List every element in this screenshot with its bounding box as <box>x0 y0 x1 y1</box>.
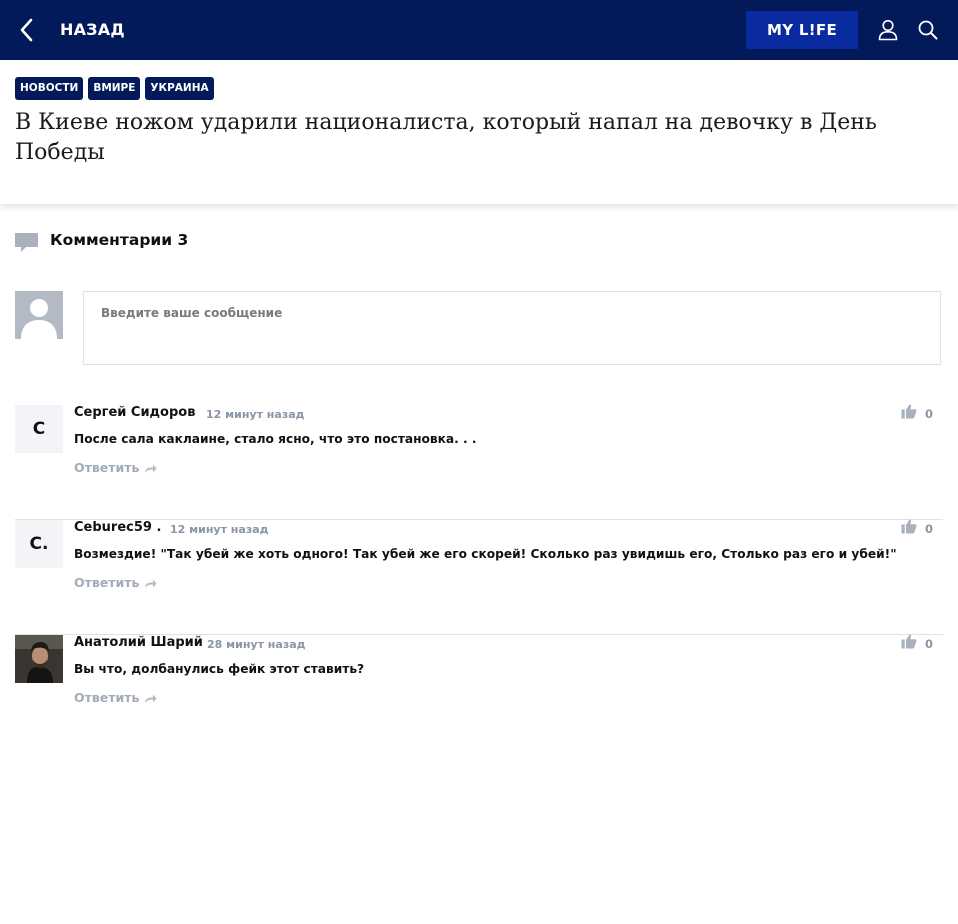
tag-news[interactable]: НОВОСТИ <box>15 77 84 100</box>
comment-item: Анатолий Шарий 28 минут назад Вы что, до… <box>15 633 943 750</box>
like-count: 0 <box>925 637 934 651</box>
avatar: C. <box>15 520 63 568</box>
comment-text: После сала каклаине, стало ясно, что это… <box>74 432 477 446</box>
search-icon[interactable] <box>917 19 939 41</box>
tag-world[interactable]: ВМИРЕ <box>88 77 141 100</box>
tag-ukraine[interactable]: УКРАИНА <box>145 77 214 100</box>
comment-time: 12 минут назад <box>170 523 269 536</box>
thumbs-up-icon[interactable] <box>901 633 917 649</box>
comment-item: С Сергей Сидоров 12 минут назад После са… <box>15 403 943 520</box>
comment-author[interactable]: Сергей Сидоров <box>74 405 195 420</box>
article-tags: НОВОСТИ ВМИРЕ УКРАИНА <box>15 77 219 101</box>
user-icon[interactable] <box>876 18 900 42</box>
avatar: С <box>15 405 63 453</box>
comment-author[interactable]: Анатолий Шарий <box>74 635 203 650</box>
top-navigation-bar: НАЗАД MY L!FE <box>0 0 958 60</box>
reply-label: Ответить <box>74 460 140 475</box>
comment-time: 12 минут назад <box>206 408 305 421</box>
comment-bubble-icon <box>15 231 39 253</box>
like-count: 0 <box>925 407 934 421</box>
reply-button[interactable]: Ответить <box>74 460 157 475</box>
comments-count-title: Комментарии 3 <box>50 231 189 249</box>
reply-arrow-icon <box>145 464 157 473</box>
comment-author[interactable]: Ceburec59 . <box>74 520 161 535</box>
back-link[interactable]: НАЗАД <box>60 20 125 39</box>
thumbs-up-icon[interactable] <box>901 403 917 419</box>
reply-label: Ответить <box>74 575 140 590</box>
back-chevron-icon[interactable] <box>14 14 40 46</box>
comment-time: 28 минут назад <box>207 638 306 651</box>
reply-arrow-icon <box>145 694 157 703</box>
current-user-avatar <box>15 291 63 339</box>
reply-button[interactable]: Ответить <box>74 690 157 705</box>
article-header: НОВОСТИ ВМИРЕ УКРАИНА В Киеве ножом ударил… <box>0 60 958 204</box>
reply-label: Ответить <box>74 690 140 705</box>
thumbs-up-icon[interactable] <box>901 518 917 534</box>
article-title: В Киеве ножом ударили националиста, кото… <box>15 110 877 165</box>
comment-input[interactable] <box>83 291 941 365</box>
my-life-button[interactable]: MY L!FE <box>746 11 858 49</box>
reply-arrow-icon <box>145 579 157 588</box>
reply-button[interactable]: Ответить <box>74 575 157 590</box>
comment-item: C. Ceburec59 . 12 минут назад Возмездие!… <box>15 518 943 635</box>
comment-text: Возмездие! "Так убей же хоть одного! Так… <box>74 547 897 561</box>
like-count: 0 <box>925 522 934 536</box>
avatar <box>15 635 63 683</box>
comment-text: Вы что, долбанулись фейк этот ставить? <box>74 662 365 676</box>
